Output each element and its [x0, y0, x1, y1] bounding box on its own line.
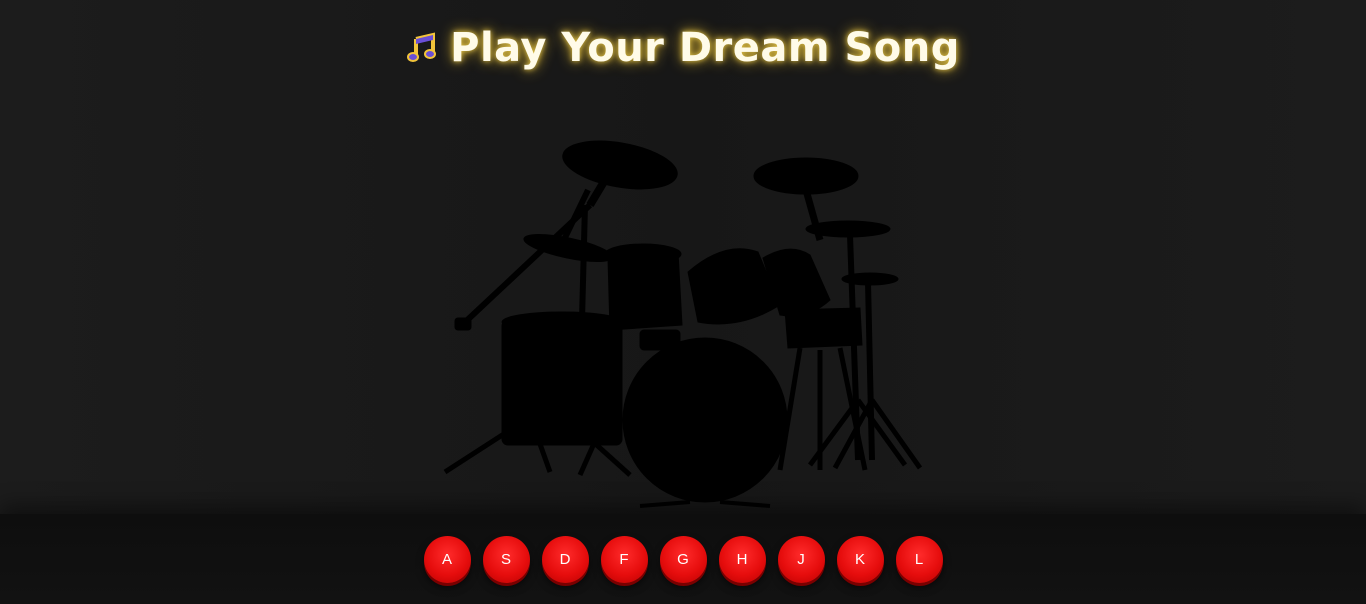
drum-key-g[interactable]: G	[659, 536, 707, 583]
page-title: Play Your Dream Song	[450, 25, 960, 71]
header: Play Your Dream Song	[0, 18, 1366, 78]
drum-key-j[interactable]: J	[777, 536, 825, 583]
drum-key-d[interactable]: D	[541, 536, 589, 583]
drum-kit-silhouette	[443, 140, 923, 508]
page: Play Your Dream Song A S D F G H J K L	[0, 0, 1366, 604]
title-wrap: Play Your Dream Song	[406, 18, 960, 78]
drum-key-s[interactable]: S	[482, 536, 530, 583]
drum-key-h[interactable]: H	[718, 536, 766, 583]
keys-footer: A S D F G H J K L	[0, 514, 1366, 604]
drum-key-f[interactable]: F	[600, 536, 648, 583]
music-note-icon	[407, 32, 437, 62]
drum-key-k[interactable]: K	[836, 536, 884, 583]
drum-key-l[interactable]: L	[895, 536, 943, 583]
drum-key-a[interactable]: A	[423, 536, 471, 583]
drum-keys: A S D F G H J K L	[0, 536, 1366, 583]
